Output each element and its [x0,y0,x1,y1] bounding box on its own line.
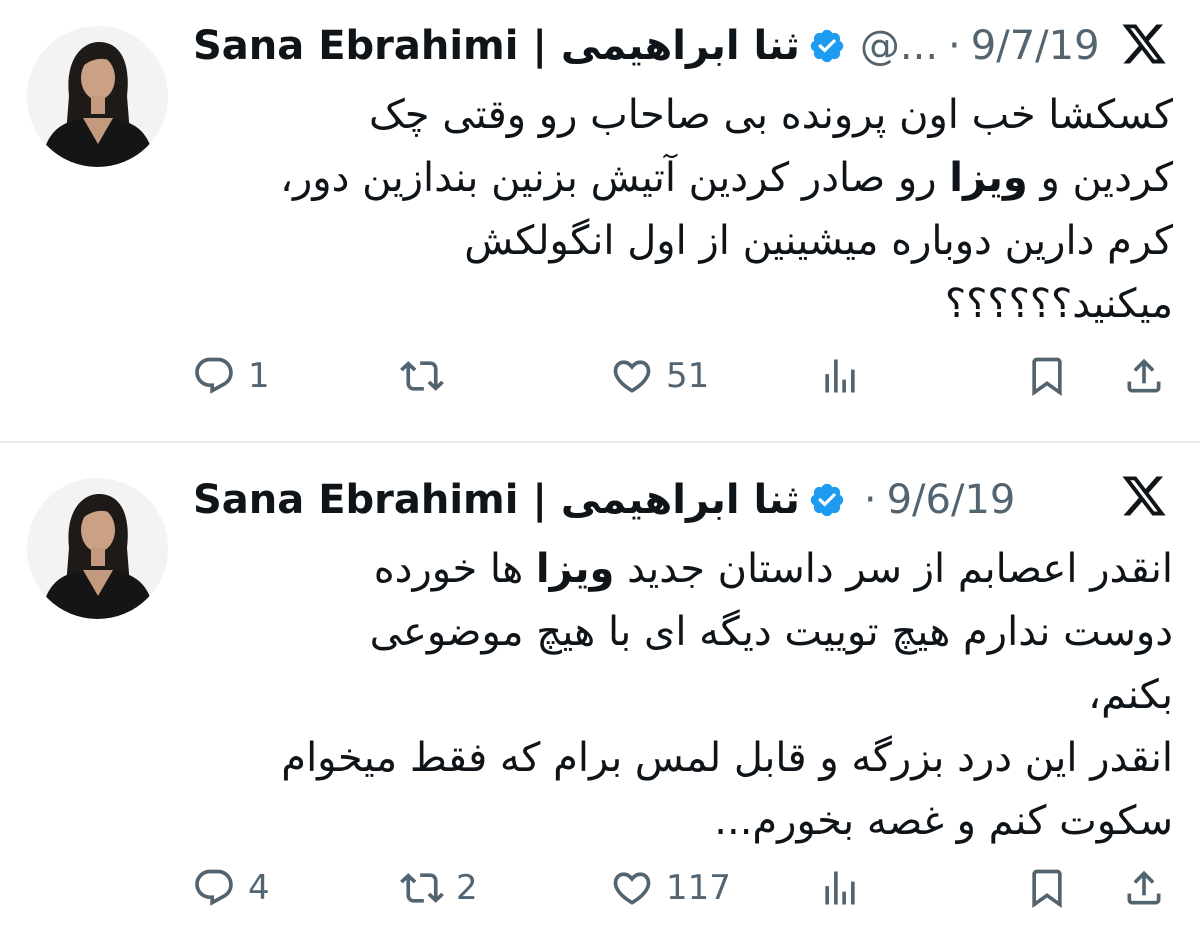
x-logo-icon [1120,20,1168,68]
tweet-text-line: دوست ندارم هیچ توییت دیگه ای با هیچ موضو… [193,601,1173,664]
action-bar: 1 51 [0,346,1200,406]
separator-dot: · [863,477,877,523]
views-icon [818,866,862,910]
tweet-text-line: کسکشا خب اون پرونده بی صاحاب رو وقتی چک [193,84,1173,147]
like-button[interactable]: 51 [610,346,709,406]
views-button[interactable] [818,858,862,918]
tweet-header: Sana Ebrahimi | ثنا ابراهیمی @... · 9/7/… [193,16,1100,76]
reply-count: 4 [248,868,270,908]
text-segment: انقدر اعصابم از سر داستان جدید [614,546,1173,592]
like-button[interactable]: 117 [610,858,731,918]
views-button[interactable] [818,346,862,406]
author-name[interactable]: Sana Ebrahimi | ثنا ابراهیمی [193,477,800,523]
separator-dot: · [948,23,961,69]
verified-badge-icon [808,27,846,65]
tweet-text-line: بکنم، [193,664,1173,727]
bookmark-button[interactable] [1025,858,1069,918]
retweet-icon [400,866,444,910]
tweet-text-line: سکوت کنم و غصه بخورم... [193,790,1173,853]
tweet-date[interactable]: 9/7/19 [971,23,1100,69]
avatar-photo [27,26,168,167]
author-handle[interactable]: @... [860,23,938,69]
share-icon [1122,866,1166,910]
text-segment: بکنم، [1088,672,1173,718]
tweet-text: انقدر اعصابم از سر داستان جدید ویزا ها خ… [193,538,1173,853]
reply-button[interactable]: 4 [192,858,270,918]
text-segment: دوست ندارم هیچ توییت دیگه ای با هیچ موضو… [369,609,1173,655]
text-segment: کردین و [1027,155,1173,201]
bookmark-icon [1025,354,1069,398]
reply-button[interactable]: 1 [192,346,270,406]
action-bar: 4 2 117 [0,858,1200,918]
retweet-button[interactable]: 2 [400,858,478,918]
reply-icon [192,866,236,910]
share-button[interactable] [1122,858,1166,918]
retweet-button[interactable] [400,346,456,406]
tweet-text-line: انقدر اعصابم از سر داستان جدید ویزا ها خ… [193,538,1173,601]
tweet-date[interactable]: 9/6/19 [887,477,1016,523]
highlighted-keyword: ویزا [535,546,615,592]
share-icon [1122,354,1166,398]
like-icon [610,354,654,398]
text-segment: میکنید؟؟؟؟؟؟ [944,281,1173,327]
verified-badge-icon [808,481,846,519]
text-segment: رو صادر کردین آتیش بزنین بندازین دور، [280,155,950,201]
tweet-header: Sana Ebrahimi | ثنا ابراهیمی · 9/6/19 [193,470,1015,530]
like-count: 51 [666,356,710,396]
text-segment: کسکشا خب اون پرونده بی صاحاب رو وقتی چک [368,92,1173,138]
share-button[interactable] [1122,346,1166,406]
like-count: 117 [666,868,731,908]
avatar[interactable] [27,26,168,167]
tweet-divider [0,441,1200,443]
highlighted-keyword: ویزا [949,155,1028,201]
retweet-icon [400,354,444,398]
tweet-text-line: میکنید؟؟؟؟؟؟ [193,273,1173,336]
tweet[interactable]: Sana Ebrahimi | ثنا ابراهیمی @... · 9/7/… [0,0,1200,442]
avatar[interactable] [27,478,168,619]
text-segment: سکوت کنم و غصه بخورم... [714,798,1173,844]
bookmark-icon [1025,866,1069,910]
text-segment: کرم دارین دوباره میشینین از اول انگولکش [464,218,1173,264]
x-logo-icon [1120,472,1168,520]
views-icon [818,354,862,398]
tweet[interactable]: Sana Ebrahimi | ثنا ابراهیمی · 9/6/19 ان… [0,444,1200,939]
reply-count: 1 [248,356,270,396]
retweet-count: 2 [456,868,478,908]
text-segment: ها خورده [373,546,536,592]
bookmark-button[interactable] [1025,346,1069,406]
tweet-text-line: انقدر این درد بزرگه و قابل لمس برام که ف… [193,727,1173,790]
tweet-text: کسکشا خب اون پرونده بی صاحاب رو وقتی چک … [193,84,1173,336]
like-icon [610,866,654,910]
text-segment: انقدر این درد بزرگه و قابل لمس برام که ف… [281,735,1173,781]
avatar-photo [27,478,168,619]
tweet-text-line: کرم دارین دوباره میشینین از اول انگولکش [193,210,1173,273]
tweet-text-line: کردین و ویزا رو صادر کردین آتیش بزنین بن… [193,147,1173,210]
author-name[interactable]: Sana Ebrahimi | ثنا ابراهیمی [193,23,800,69]
reply-icon [192,354,236,398]
